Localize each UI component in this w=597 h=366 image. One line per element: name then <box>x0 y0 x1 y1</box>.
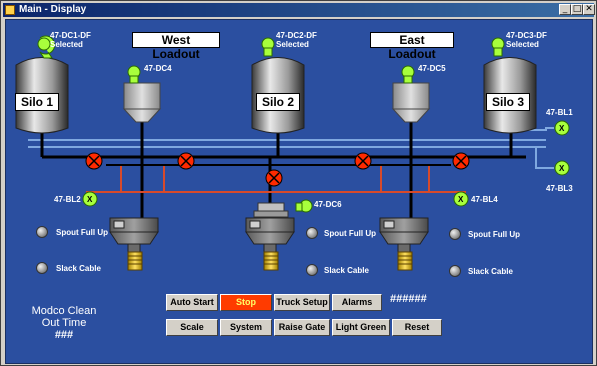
fan-47-dc5[interactable] <box>401 65 415 84</box>
readout-display: ###### <box>390 293 427 305</box>
spout-east <box>379 217 429 271</box>
light-green-button[interactable]: Light Green <box>332 319 390 336</box>
blower-bl2-label: 47-BL2 <box>54 195 81 204</box>
fan-47-dc2-df[interactable] <box>261 37 275 57</box>
title-bar: Main - Display _ □ ✕ <box>3 3 595 17</box>
system-button[interactable]: System <box>220 319 272 336</box>
main-window: Main - Display _ □ ✕ 47-DC1-DF Selected … <box>0 0 597 366</box>
slack-cable-sensor-east[interactable] <box>449 265 461 277</box>
duct-lines <box>28 127 554 169</box>
valve-5[interactable] <box>265 169 283 187</box>
blower-bl1-x: X <box>559 124 565 133</box>
silo-1-label: Silo 1 <box>15 93 59 111</box>
blower-bl1-label: 47-BL1 <box>546 108 573 117</box>
stop-button[interactable]: Stop <box>220 294 272 311</box>
spout-full-up-label-west: Spout Full Up <box>56 228 108 237</box>
hopper-west <box>122 82 162 123</box>
silo-3-label: Silo 3 <box>486 93 530 111</box>
minimize-button[interactable]: _ <box>559 4 571 15</box>
spout-center <box>245 217 295 271</box>
fan-dc5-label: 47-DC5 <box>418 64 446 73</box>
alarms-button[interactable]: Alarms <box>332 294 382 311</box>
modco-title-line2: Out Time <box>41 317 87 329</box>
valve-4[interactable] <box>452 152 470 170</box>
fan-dc2-label: 47-DC2-DF <box>276 31 317 40</box>
slack-cable-sensor-west[interactable] <box>36 262 48 274</box>
east-loadout-header: East Loadout <box>370 32 454 61</box>
scale-button[interactable]: Scale <box>166 319 218 336</box>
auto-start-button[interactable]: Auto Start <box>166 294 218 311</box>
fan-dc1-label: 47-DC1-DF <box>50 31 91 40</box>
west-loadout-header: West Loadout <box>132 32 220 61</box>
maximize-button[interactable]: □ <box>571 4 583 15</box>
valve-1[interactable] <box>85 152 103 170</box>
fan-dc2-status: Selected <box>276 40 309 49</box>
slack-cable-sensor-center[interactable] <box>306 264 318 276</box>
diverter-gate <box>253 202 289 218</box>
hopper-east <box>391 82 431 123</box>
spout-full-up-label-east: Spout Full Up <box>468 230 520 239</box>
app: Main - Display _ □ ✕ 47-DC1-DF Selected … <box>0 0 597 366</box>
close-button[interactable]: ✕ <box>583 4 595 15</box>
spout-full-up-sensor-center[interactable] <box>306 227 318 239</box>
blower-bl4-x: X <box>458 195 464 204</box>
valve-3[interactable] <box>354 152 372 170</box>
fan-dc1-status: Selected <box>50 40 83 49</box>
blower-bl3-label: 47-BL3 <box>546 184 573 193</box>
slack-cable-label-west: Slack Cable <box>56 264 101 273</box>
spout-full-up-sensor-west[interactable] <box>36 226 48 238</box>
blower-bl4-label: 47-BL4 <box>471 195 498 204</box>
silo-2-label: Silo 2 <box>256 93 300 111</box>
slack-cable-label-center: Slack Cable <box>324 266 369 275</box>
fan-dc3-status: Selected <box>506 40 539 49</box>
spout-full-up-label-center: Spout Full Up <box>324 229 376 238</box>
blower-bl2-x: X <box>87 195 93 204</box>
slack-cable-label-east: Slack Cable <box>468 267 513 276</box>
spout-full-up-sensor-east[interactable] <box>449 228 461 240</box>
blower-bl3-x: X <box>559 164 565 173</box>
fan-dc3-label: 47-DC3-DF <box>506 31 547 40</box>
modco-title-line1: Modco Clean <box>31 305 97 317</box>
window-title: Main - Display <box>19 4 87 15</box>
valve-2[interactable] <box>177 152 195 170</box>
fan-47-dc6[interactable] <box>295 199 313 213</box>
fan-47-dc4[interactable] <box>127 65 141 84</box>
modco-time-value: ### <box>54 329 74 341</box>
display-canvas: 47-DC1-DF Selected 47-DC2-DF Selected 47… <box>5 19 593 364</box>
fan-dc4-label: 47-DC4 <box>144 64 172 73</box>
reset-button[interactable]: Reset <box>392 319 442 336</box>
truck-setup-button[interactable]: Truck Setup <box>274 294 330 311</box>
fan-47-dc3-df[interactable] <box>491 37 505 57</box>
app-icon <box>5 5 15 15</box>
raise-gate-button[interactable]: Raise Gate <box>274 319 330 336</box>
fan-dc6-label: 47-DC6 <box>314 200 342 209</box>
spout-west <box>109 217 159 271</box>
